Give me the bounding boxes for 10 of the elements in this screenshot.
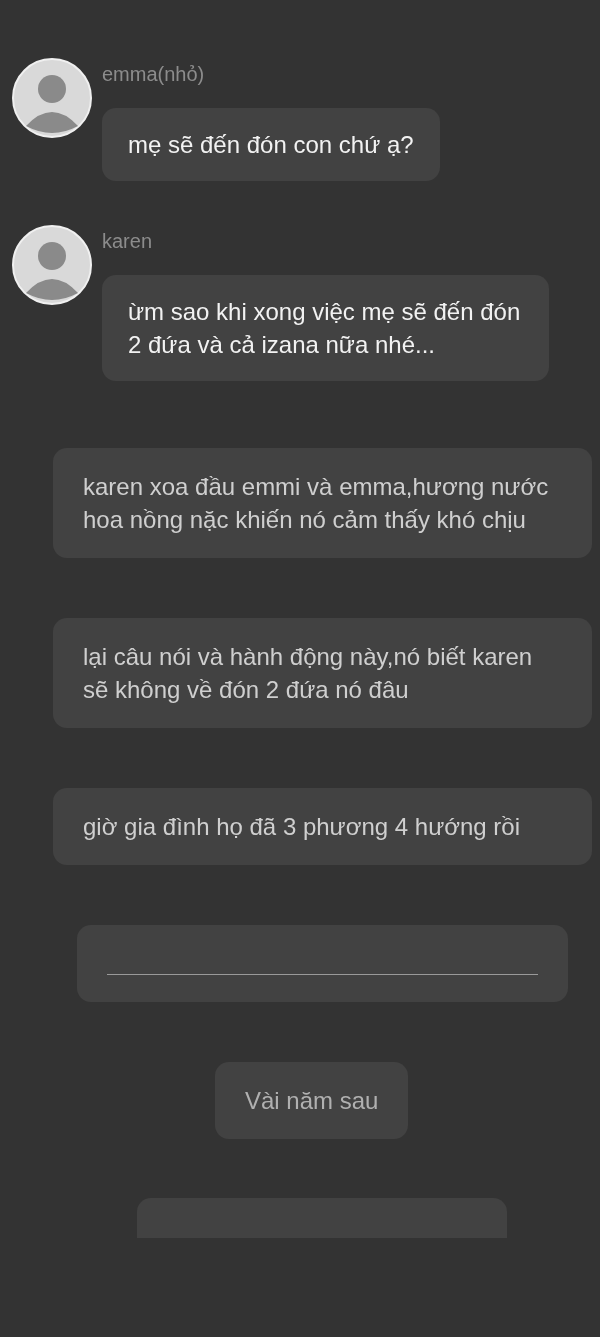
narration-bubble: giờ gia đình họ đã 3 phương 4 hướng rồi	[53, 788, 592, 865]
caption-bubble: Vài năm sau	[215, 1062, 409, 1139]
narration-bubble: lại câu nói và hành động này,nó biết karen sẽ không về đón 2 đứa nó đâu	[53, 618, 592, 728]
narration-bubble: karen xoa đầu emmi và emma,hương nước hoa nồng nặc khiến nó cảm thấy khó chịu	[53, 448, 592, 558]
message-bubble: ừm sao khi xong việc mẹ sẽ đến đón 2 đứa và cả izana nữa nhé...	[102, 275, 549, 381]
message-bubble: mẹ sẽ đến đón con chứ ạ?	[102, 108, 440, 181]
sender-name: karen	[102, 229, 153, 254]
avatar-icon	[12, 225, 92, 305]
sender-name: emma(nhỏ)	[102, 62, 205, 87]
avatar-icon	[12, 58, 92, 138]
